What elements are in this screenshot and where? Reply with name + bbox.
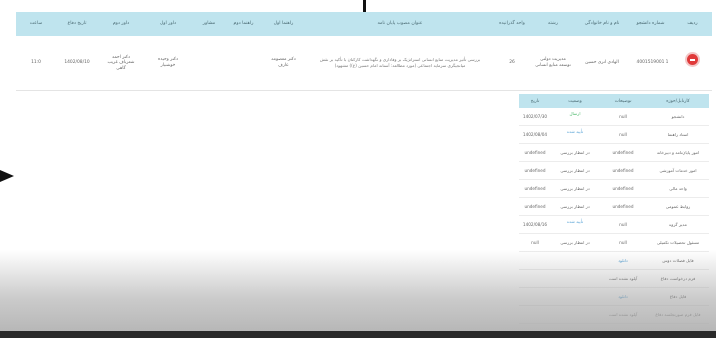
cell-referee1: دکتر وحیده خوشنیار	[158, 57, 178, 68]
task-name: روابط عمومی	[665, 204, 691, 209]
cell-units: 26	[509, 60, 515, 66]
status-badge: ارسال	[569, 111, 581, 116]
task-desc: null	[619, 240, 627, 245]
list-item: استاد راهنما null تأیید شده 1402/08/04	[519, 126, 709, 144]
task-desc: undefined	[612, 204, 634, 209]
list-item: مدیر گروه null تأیید شده 1402/08/16	[519, 216, 709, 234]
task-date: 1402/08/16	[522, 222, 548, 227]
subheader-status: وضعیت	[568, 98, 582, 104]
task-name: امور خدمات آموزشی	[659, 168, 697, 173]
header-advisor2: راهنما دوم	[233, 21, 254, 27]
task-desc: null	[619, 222, 627, 227]
task-name: مدیر گروه	[669, 222, 687, 227]
list-item: واحد مالی undefined در انتظار بررسی unde…	[519, 180, 709, 198]
task-name: استاد راهنما	[667, 132, 689, 137]
header-hour: ساعت	[29, 21, 43, 27]
subheader-date: تاریخ	[530, 98, 540, 104]
cell-advisor1: دکتر معصومه عارف	[271, 57, 296, 68]
list-item: دانشجو null ارسال 1402/07/30	[519, 108, 709, 126]
task-desc: undefined	[612, 186, 634, 191]
pointer-arrow-icon	[0, 170, 14, 182]
screen-glare-overlay	[0, 250, 716, 338]
header-defense-date: تاریخ دفاع	[67, 21, 87, 27]
status-badge: تأیید شده	[566, 129, 584, 134]
task-date: null	[531, 240, 539, 245]
task-name: دانشجو	[671, 114, 685, 119]
list-item: روابط عمومی undefined در انتظار بررسی un…	[519, 198, 709, 216]
status-badge: در انتظار بررسی	[560, 204, 590, 209]
header-title: عنوان مصوب پایان نامه	[377, 21, 423, 27]
cell-title: بررسی تأثیر مدیریت منابع انسانی استراتژی…	[319, 57, 481, 68]
cursor-indicator	[363, 0, 366, 12]
status-badge: در انتظار بررسی	[560, 150, 590, 155]
cell-advisor2	[226, 36, 261, 90]
status-badge: در انتظار بررسی	[560, 168, 590, 173]
subtable-header: کارتابل/حوزه توضیحات وضعیت تاریخ	[519, 94, 709, 108]
cell-hour: 11:0	[31, 60, 41, 66]
subheader-desc: توضیحات	[614, 98, 632, 104]
cell-defense-date: 1402/08/10	[64, 60, 90, 66]
task-name: مسئول تحصیلات تکمیلی	[656, 240, 700, 245]
cell-referee2: دکتر احمد شعرباف غریب گاهی	[107, 54, 135, 71]
bottom-edge-bar	[0, 331, 716, 338]
task-desc: undefined	[612, 168, 634, 173]
cell-field: مدیریت دولتی توسعه منابع انسانی	[535, 57, 571, 68]
header-student-no: شماره دانشجو	[636, 21, 665, 27]
header-units: واحد گذرانیده	[499, 21, 525, 27]
task-name: واحد مالی	[669, 186, 687, 191]
table-header: ردیف شماره دانشجو نام و نام خانوادگی رشت…	[16, 12, 712, 36]
task-desc: null	[619, 114, 627, 119]
subheader-task: کارتابل/حوزه	[666, 98, 690, 104]
collapse-row-icon[interactable]	[687, 54, 698, 65]
status-badge: در انتظار بررسی	[560, 240, 590, 245]
cell-consultant	[192, 36, 226, 90]
list-item: امور پایان‌نامه و دبیرخانه undefined در …	[519, 144, 709, 162]
task-desc: null	[619, 132, 627, 137]
cell-name: الهادي اترى حسين	[585, 60, 619, 66]
header-advisor1: راهنما اول	[273, 21, 294, 27]
list-item: امور خدمات آموزشی undefined در انتظار بر…	[519, 162, 709, 180]
header-row: ردیف	[687, 21, 698, 27]
task-date: undefined	[524, 168, 546, 173]
header-referee1: داور اول	[159, 21, 177, 27]
header-consultant: مشاور	[202, 21, 216, 27]
task-date: undefined	[524, 186, 546, 191]
status-badge: در انتظار بررسی	[560, 186, 590, 191]
task-date: undefined	[524, 204, 546, 209]
task-date: 1402/07/30	[522, 114, 548, 119]
task-date: 1402/08/04	[522, 132, 548, 137]
task-date: undefined	[524, 150, 546, 155]
task-name: امور پایان‌نامه و دبیرخانه	[656, 150, 700, 155]
header-referee2: داور دوم	[112, 21, 130, 27]
header-name: نام و نام خانوادگی	[584, 21, 620, 27]
status-badge: تأیید شده	[566, 219, 584, 224]
cell-student-no: 4001519001	[636, 60, 665, 66]
table-row[interactable]: 1 4001519001 الهادي اترى حسين مدیریت دول…	[16, 36, 712, 91]
task-desc: undefined	[612, 150, 634, 155]
header-field: رشته	[548, 21, 558, 27]
